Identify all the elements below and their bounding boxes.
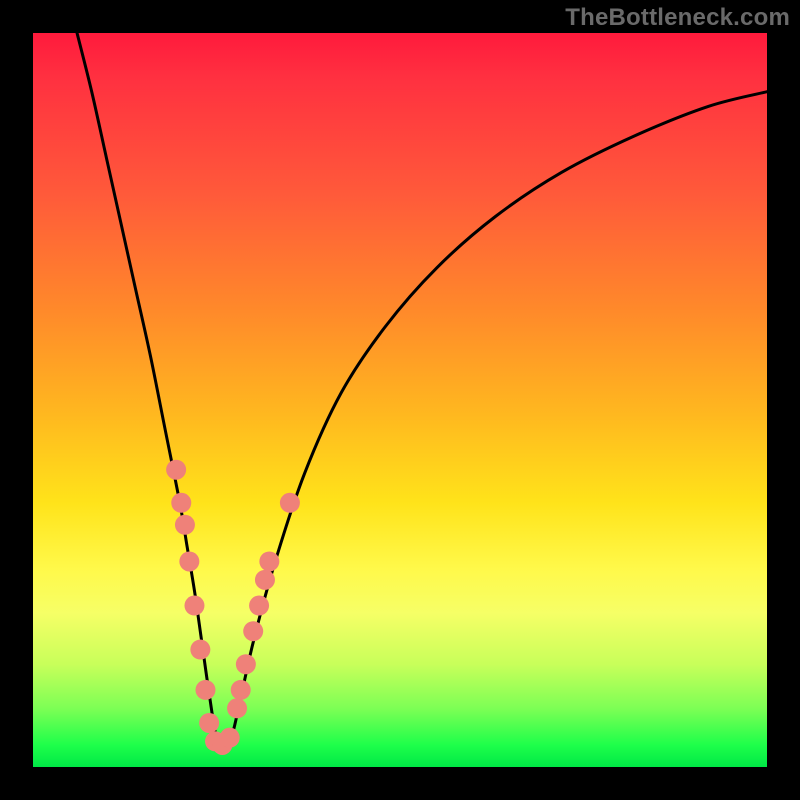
watermark-text: TheBottleneck.com (565, 4, 790, 32)
scatter-point (227, 698, 247, 718)
scatter-point (179, 551, 199, 571)
scatter-point (220, 728, 240, 748)
scatter-point (243, 621, 263, 641)
scatter-point (166, 460, 186, 480)
scatter-point (175, 515, 195, 535)
scatter-point (255, 570, 275, 590)
scatter-point (190, 640, 210, 660)
scatter-point (236, 654, 256, 674)
chart-svg (33, 33, 767, 767)
scatter-layer (166, 460, 300, 755)
scatter-point (199, 713, 219, 733)
scatter-point (231, 680, 251, 700)
scatter-point (249, 596, 269, 616)
curve-layer (77, 33, 767, 745)
scatter-point (259, 551, 279, 571)
scatter-point (171, 493, 191, 513)
scatter-point (280, 493, 300, 513)
chart-frame: TheBottleneck.com (0, 0, 800, 800)
scatter-point (195, 680, 215, 700)
scatter-point (184, 596, 204, 616)
bottleneck-curve (77, 33, 767, 745)
